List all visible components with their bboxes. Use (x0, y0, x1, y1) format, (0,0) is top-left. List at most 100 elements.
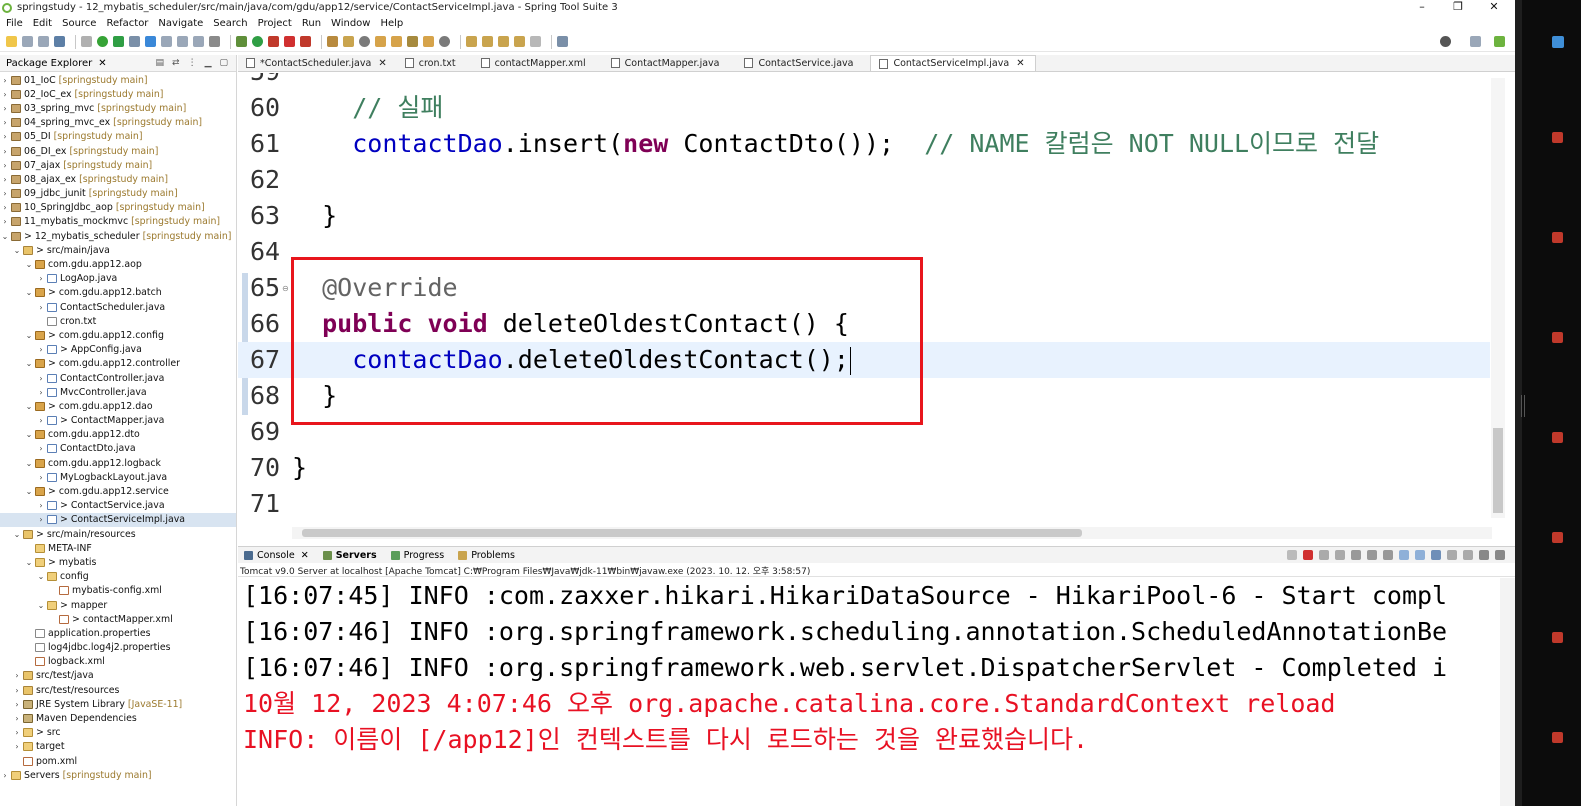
scroll-lock-icon[interactable] (1367, 550, 1377, 560)
tree-item[interactable]: › 04_spring_mvc_ex [springstudy main] (0, 116, 236, 130)
stop-icon[interactable] (284, 36, 295, 47)
link-editor-icon[interactable]: ⇄ (172, 58, 180, 68)
tree-item-selected[interactable]: › > ContactServiceImpl.java (0, 512, 236, 527)
open-type-icon[interactable] (359, 36, 370, 47)
folder-icon[interactable] (391, 36, 402, 47)
previous-annotation-icon[interactable] (482, 36, 493, 47)
code-editor[interactable]: 59 60 // 실패 61 contactDao.insert(new Con… (238, 73, 1515, 540)
spring-perspective-icon[interactable] (1494, 36, 1505, 47)
word-wrap-icon[interactable] (193, 36, 204, 47)
menu-source[interactable]: Source (62, 18, 96, 29)
tree-item[interactable]: › 01_IoC [springstudy main] (0, 73, 236, 87)
tree-item[interactable]: › target (0, 740, 236, 754)
tree-item[interactable]: ⌄ > com.gdu.app12.batch (0, 286, 236, 300)
tree-item[interactable]: › 07_ajax [springstudy main] (0, 158, 236, 172)
tree-item[interactable]: ⌄ > src/main/java (0, 243, 236, 257)
highlight-icon[interactable] (145, 36, 156, 47)
print-icon[interactable] (54, 36, 65, 47)
collapse-all-icon[interactable]: ▤ (156, 58, 165, 68)
tree-item[interactable]: pom.xml (0, 754, 236, 768)
maximize-view-icon[interactable]: ▢ (219, 58, 228, 68)
tab-close-icon[interactable]: ✕ (1016, 58, 1024, 69)
save-icon[interactable] (22, 36, 33, 47)
tree-item[interactable]: cron.txt (0, 314, 236, 328)
show-whitespace-icon[interactable] (209, 36, 220, 47)
menu-project[interactable]: Project (258, 18, 292, 29)
tab-contact-service-impl[interactable]: ContactServiceImpl.java ✕ (870, 55, 1036, 71)
last-edit-icon[interactable] (498, 36, 509, 47)
new-icon[interactable] (6, 36, 17, 47)
tree-item[interactable]: › > src (0, 726, 236, 740)
refresh-icon[interactable] (113, 36, 124, 47)
external-run-icon[interactable] (268, 36, 279, 47)
tree-item[interactable]: › MvcController.java (0, 385, 236, 399)
menu-navigate[interactable]: Navigate (158, 18, 203, 29)
tree-item[interactable]: ⌄ > mybatis (0, 555, 236, 569)
tree-item[interactable]: › ContactDto.java (0, 442, 236, 456)
package-explorer-close-icon[interactable]: ✕ (98, 58, 106, 69)
tree-item[interactable]: › Servers [springstudy main] (0, 768, 236, 782)
back-icon[interactable] (514, 36, 525, 47)
close-window-button[interactable]: ✕ (1477, 0, 1511, 15)
tab-console[interactable]: Console ✕ (244, 550, 309, 561)
tab-cron-txt[interactable]: cron.txt (397, 55, 473, 71)
skip-breakpoints-icon[interactable] (81, 36, 92, 47)
pin-console-icon[interactable] (1287, 550, 1297, 560)
open-task-icon[interactable] (375, 36, 386, 47)
word-wrap-icon[interactable] (1383, 550, 1393, 560)
tree-item[interactable]: › > ContactMapper.java (0, 414, 236, 428)
open-console-icon[interactable] (1431, 550, 1441, 560)
minimize-view-icon[interactable]: ▁ (205, 58, 212, 68)
tree-item[interactable]: › 03_spring_mvc [springstudy main] (0, 101, 236, 115)
menu-refactor[interactable]: Refactor (106, 18, 148, 29)
console-vertical-scrollbar[interactable] (1500, 578, 1515, 806)
display-console-icon[interactable] (1447, 550, 1457, 560)
tree-item[interactable]: ⌄ com.gdu.app12.dto (0, 428, 236, 442)
tab-contact-mapper-xml[interactable]: contactMapper.xml (473, 55, 603, 71)
tree-item[interactable]: › 11_mybatis_mockmvc [springstudy main] (0, 215, 236, 229)
tree-item[interactable]: META-INF (0, 541, 236, 555)
debug-icon[interactable] (236, 36, 247, 47)
view-menu-icon[interactable]: ⋮ (188, 58, 197, 68)
menu-run[interactable]: Run (302, 18, 321, 29)
boot-dashboard-icon[interactable] (97, 36, 108, 47)
minimize-view-icon[interactable] (1479, 550, 1489, 560)
show-stderr-icon[interactable] (1415, 550, 1425, 560)
tab-close-icon[interactable]: ✕ (301, 550, 309, 561)
menu-help[interactable]: Help (380, 18, 403, 29)
tree-item[interactable]: > contactMapper.xml (0, 612, 236, 626)
tab-progress[interactable]: Progress (390, 550, 444, 561)
remove-launch-icon[interactable] (1319, 550, 1329, 560)
tree-item[interactable]: › ContactController.java (0, 371, 236, 385)
editor-vertical-scrollbar[interactable] (1491, 78, 1505, 518)
external-tools-icon[interactable] (129, 36, 140, 47)
tree-item[interactable]: ⌄ > 12_mybatis_scheduler [springstudy main… (0, 229, 236, 243)
forward-icon[interactable] (530, 36, 541, 47)
tree-item[interactable]: › > ContactService.java (0, 499, 236, 513)
tab-close-icon[interactable]: ✕ (378, 58, 386, 69)
tree-item[interactable]: › 08_ajax_ex [springstudy main] (0, 172, 236, 186)
tree-item[interactable]: › src/test/resources (0, 683, 236, 697)
resize-grip[interactable] (1521, 395, 1525, 417)
tree-item[interactable]: ⌄ > com.gdu.app12.config (0, 328, 236, 342)
menu-file[interactable]: File (6, 18, 23, 29)
tree-item[interactable]: application.properties (0, 626, 236, 640)
editor-horizontal-scrollbar[interactable] (292, 527, 1492, 539)
tree-item[interactable]: ⌄ > src/main/resources (0, 527, 236, 541)
open-folder-icon[interactable] (423, 36, 434, 47)
scrollbar-thumb[interactable] (302, 529, 1082, 537)
block-select-icon[interactable] (177, 36, 188, 47)
globe-icon[interactable] (439, 36, 450, 47)
run-icon[interactable] (252, 36, 263, 47)
tree-item[interactable]: ⌄ config (0, 570, 236, 584)
search-icon[interactable] (1440, 36, 1451, 47)
next-annotation-icon[interactable] (466, 36, 477, 47)
tab-servers[interactable]: Servers (322, 550, 377, 561)
tab-problems[interactable]: Problems (458, 550, 515, 561)
pen-icon[interactable] (407, 36, 418, 47)
pin-editor-icon[interactable] (557, 36, 568, 47)
tree-item[interactable]: ⌄ > com.gdu.app12.controller (0, 357, 236, 371)
console-output[interactable]: [16:07:45] INFO :com.zaxxer.hikari.Hikar… (238, 578, 1500, 806)
server-stop-icon[interactable] (300, 36, 311, 47)
tree-item[interactable]: › MyLogbackLayout.java (0, 470, 236, 484)
